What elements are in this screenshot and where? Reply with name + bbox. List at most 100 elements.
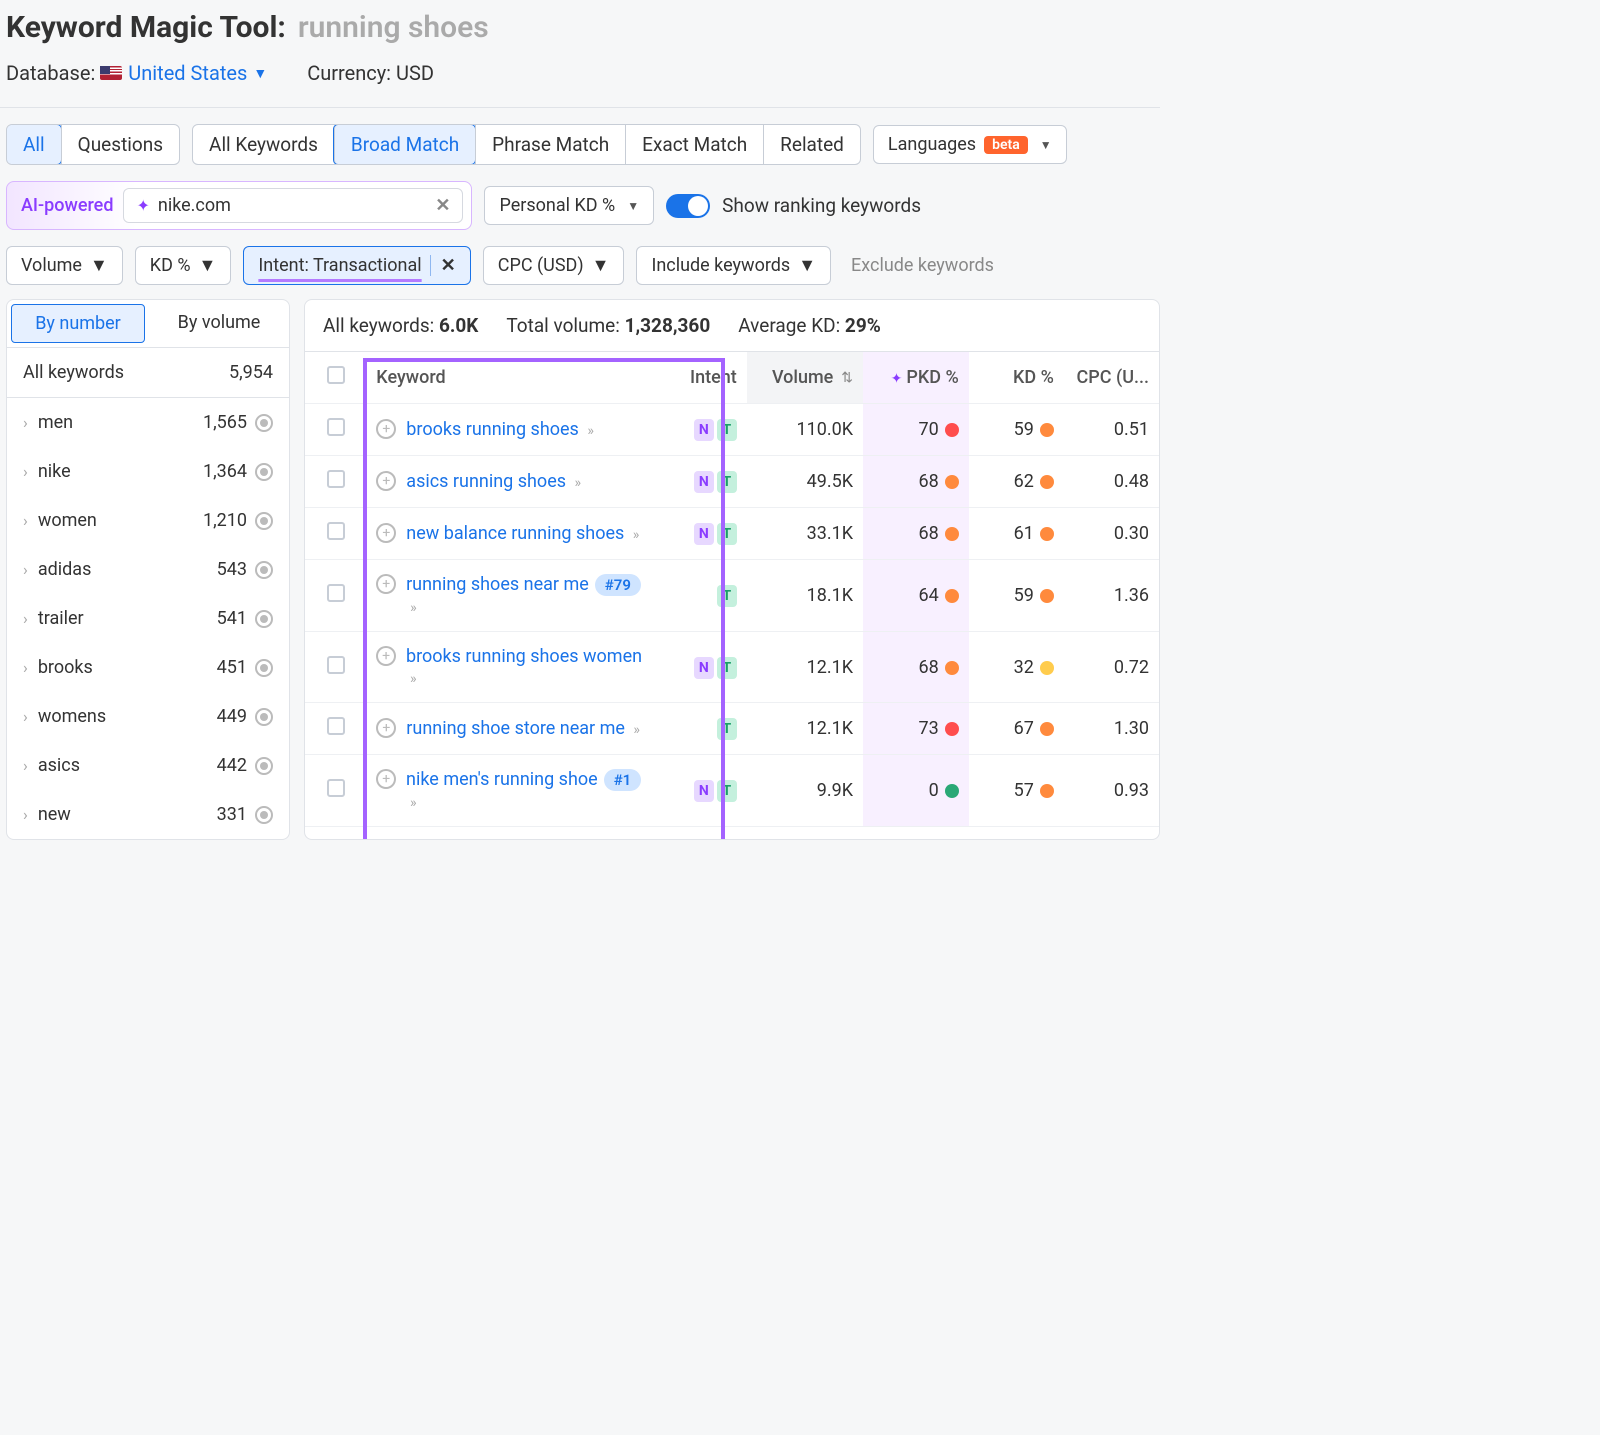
row-checkbox[interactable] <box>327 522 345 540</box>
difficulty-dot <box>1040 475 1054 489</box>
col-keyword[interactable]: Keyword <box>366 352 662 404</box>
filter-kd[interactable]: KD % ▼ <box>135 246 232 285</box>
sidebar-item[interactable]: ›men <box>23 412 73 433</box>
sidebar-item[interactable]: › trailer <box>23 608 84 629</box>
tab-group-main: All Questions <box>6 124 180 165</box>
expand-icon[interactable]: + <box>376 718 396 738</box>
filter-include[interactable]: Include keywords ▼ <box>636 246 831 285</box>
sidebar-item[interactable]: ›nike <box>23 461 71 482</box>
expand-icon[interactable]: + <box>376 769 396 789</box>
sidebar-item-count: 543 <box>217 559 247 580</box>
tab-all-keywords[interactable]: All Keywords <box>193 125 334 164</box>
sidebar-item[interactable]: ›new <box>23 804 71 825</box>
filter-intent[interactable]: Intent: Transactional ✕ <box>243 246 470 285</box>
database-selector[interactable]: United States ▼ <box>100 61 267 85</box>
keyword-link[interactable]: nike men's running shoe <box>406 769 598 790</box>
sidebar-item-count: 541 <box>217 608 247 629</box>
cell-pkd: 68 <box>863 456 969 508</box>
difficulty-dot <box>945 661 959 675</box>
sidebar-item-label: trailer <box>38 608 84 629</box>
col-cpc[interactable]: CPC (U... <box>1064 352 1159 404</box>
ai-domain-input[interactable]: ✦ nike.com ✕ <box>123 188 463 223</box>
database-value: United States <box>128 61 247 85</box>
clear-icon[interactable]: ✕ <box>435 195 450 216</box>
expand-icon[interactable]: + <box>376 419 396 439</box>
col-pkd[interactable]: ✦PKD % <box>863 352 969 404</box>
chevrons-icon: » <box>575 475 582 491</box>
difficulty-dot <box>1040 722 1054 736</box>
close-icon[interactable]: ✕ <box>430 255 456 276</box>
sidebar-all-keywords[interactable]: All keywords <box>23 362 124 383</box>
tab-questions[interactable]: Questions <box>61 125 179 164</box>
ai-label: AI-powered <box>21 195 113 216</box>
eye-icon[interactable] <box>255 610 273 628</box>
sidebar-item[interactable]: ›asics <box>23 755 80 776</box>
select-all-checkbox[interactable] <box>327 366 345 384</box>
keyword-link[interactable]: asics running shoes <box>406 471 566 492</box>
keyword-link[interactable]: brooks running shoes women <box>406 646 642 667</box>
expand-icon[interactable]: + <box>376 523 396 543</box>
chevron-right-icon: › <box>23 609 28 628</box>
chevron-down-icon: ▼ <box>253 65 267 82</box>
expand-icon[interactable]: + <box>376 646 396 666</box>
chevrons-icon: » <box>410 671 417 687</box>
table-row: +brooks running shoes »NT110.0K70590.51 <box>305 404 1159 456</box>
show-ranking-toggle[interactable] <box>666 194 710 218</box>
personal-kd-selector[interactable]: Personal KD % ▼ <box>484 186 654 225</box>
row-checkbox[interactable] <box>327 779 345 797</box>
expand-icon[interactable]: + <box>376 574 396 594</box>
col-kd[interactable]: KD % <box>969 352 1064 404</box>
cell-volume: 12.1K <box>747 703 863 755</box>
tab-broad-match[interactable]: Broad Match <box>334 125 475 164</box>
filter-cpc[interactable]: CPC (USD) ▼ <box>483 246 625 285</box>
tab-related[interactable]: Related <box>763 125 860 164</box>
row-checkbox[interactable] <box>327 717 345 735</box>
keyword-link[interactable]: new balance running shoes <box>406 523 624 544</box>
eye-icon[interactable] <box>255 512 273 530</box>
cell-cpc: 0.48 <box>1064 456 1159 508</box>
eye-icon[interactable] <box>255 757 273 775</box>
filter-label: Volume <box>21 255 82 276</box>
filter-exclude[interactable]: Exclude keywords <box>843 247 1008 284</box>
tab-phrase-match[interactable]: Phrase Match <box>475 125 625 164</box>
intent-badge-t: T <box>717 523 737 545</box>
sort-by-volume[interactable]: By volume <box>149 300 289 347</box>
eye-icon[interactable] <box>255 806 273 824</box>
sidebar-item[interactable]: ›brooks <box>23 657 93 678</box>
col-intent[interactable]: Intent <box>662 352 747 404</box>
col-volume[interactable]: Volume⇅ <box>747 352 863 404</box>
cell-kd: 32 <box>969 632 1064 703</box>
languages-selector[interactable]: Languages beta ▼ <box>873 125 1067 164</box>
chevrons-icon: » <box>633 722 640 738</box>
row-checkbox[interactable] <box>327 470 345 488</box>
difficulty-dot <box>1040 589 1054 603</box>
currency-label: Currency: USD <box>307 61 434 85</box>
intent-badge-t: T <box>717 585 737 607</box>
expand-icon[interactable]: + <box>376 471 396 491</box>
eye-icon[interactable] <box>255 414 273 432</box>
sidebar-item[interactable]: ›womens <box>23 706 106 727</box>
cell-volume: 33.1K <box>747 508 863 560</box>
sidebar-item[interactable]: ›women <box>23 510 97 531</box>
eye-icon[interactable] <box>255 561 273 579</box>
tab-exact-match[interactable]: Exact Match <box>625 125 763 164</box>
row-checkbox[interactable] <box>327 584 345 602</box>
keyword-link[interactable]: brooks running shoes <box>406 419 579 440</box>
keyword-link[interactable]: running shoe store near me <box>406 718 625 739</box>
eye-icon[interactable] <box>255 659 273 677</box>
col-volume-label: Volume <box>772 367 833 388</box>
row-checkbox[interactable] <box>327 418 345 436</box>
table-row: +new balance running shoes »NT33.1K68610… <box>305 508 1159 560</box>
keyword-link[interactable]: running shoes near me <box>406 574 589 595</box>
filter-volume[interactable]: Volume ▼ <box>6 246 123 285</box>
chevron-down-icon: ▼ <box>627 199 639 213</box>
eye-icon[interactable] <box>255 708 273 726</box>
database-label: Database: <box>6 61 95 85</box>
tab-all[interactable]: All <box>7 125 61 164</box>
sidebar-item[interactable]: ›adidas <box>23 559 91 580</box>
difficulty-dot <box>945 423 959 437</box>
difficulty-dot <box>945 722 959 736</box>
eye-icon[interactable] <box>255 463 273 481</box>
sort-by-number[interactable]: By number <box>11 304 145 343</box>
row-checkbox[interactable] <box>327 656 345 674</box>
